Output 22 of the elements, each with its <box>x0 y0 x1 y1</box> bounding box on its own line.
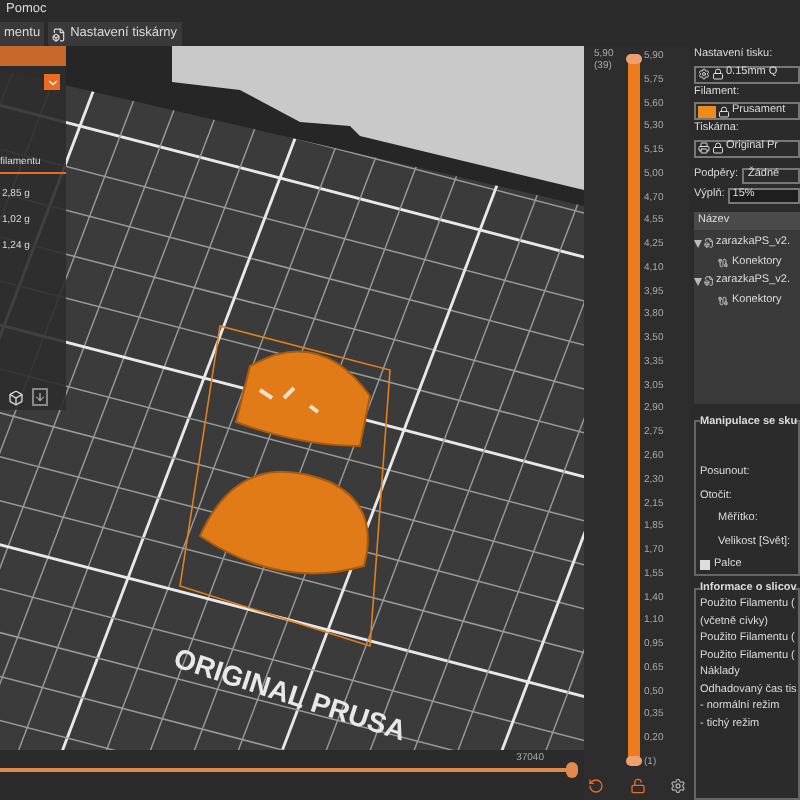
object-icon <box>704 276 714 287</box>
undo-icon[interactable] <box>588 778 604 794</box>
lock-icon <box>712 142 724 154</box>
connector-icon <box>718 257 728 268</box>
slider-handle[interactable] <box>626 756 642 766</box>
slider-handle[interactable] <box>626 54 642 64</box>
gear-icon <box>698 68 710 80</box>
caret-icon <box>45 75 59 89</box>
cube-icon[interactable] <box>8 389 24 405</box>
download-button[interactable] <box>32 388 48 406</box>
printer-icon <box>698 142 710 154</box>
checkbox[interactable] <box>700 560 710 571</box>
color-swatch <box>698 105 716 117</box>
expand-icon[interactable] <box>694 239 702 248</box>
slider-handle[interactable] <box>566 762 578 778</box>
object-icon <box>704 238 714 249</box>
connector-icon <box>718 295 728 306</box>
panel-header <box>0 46 66 66</box>
unlock-icon[interactable] <box>629 778 645 794</box>
lock-icon <box>718 105 730 117</box>
expand-icon[interactable] <box>694 277 702 286</box>
lock-icon <box>712 68 724 80</box>
